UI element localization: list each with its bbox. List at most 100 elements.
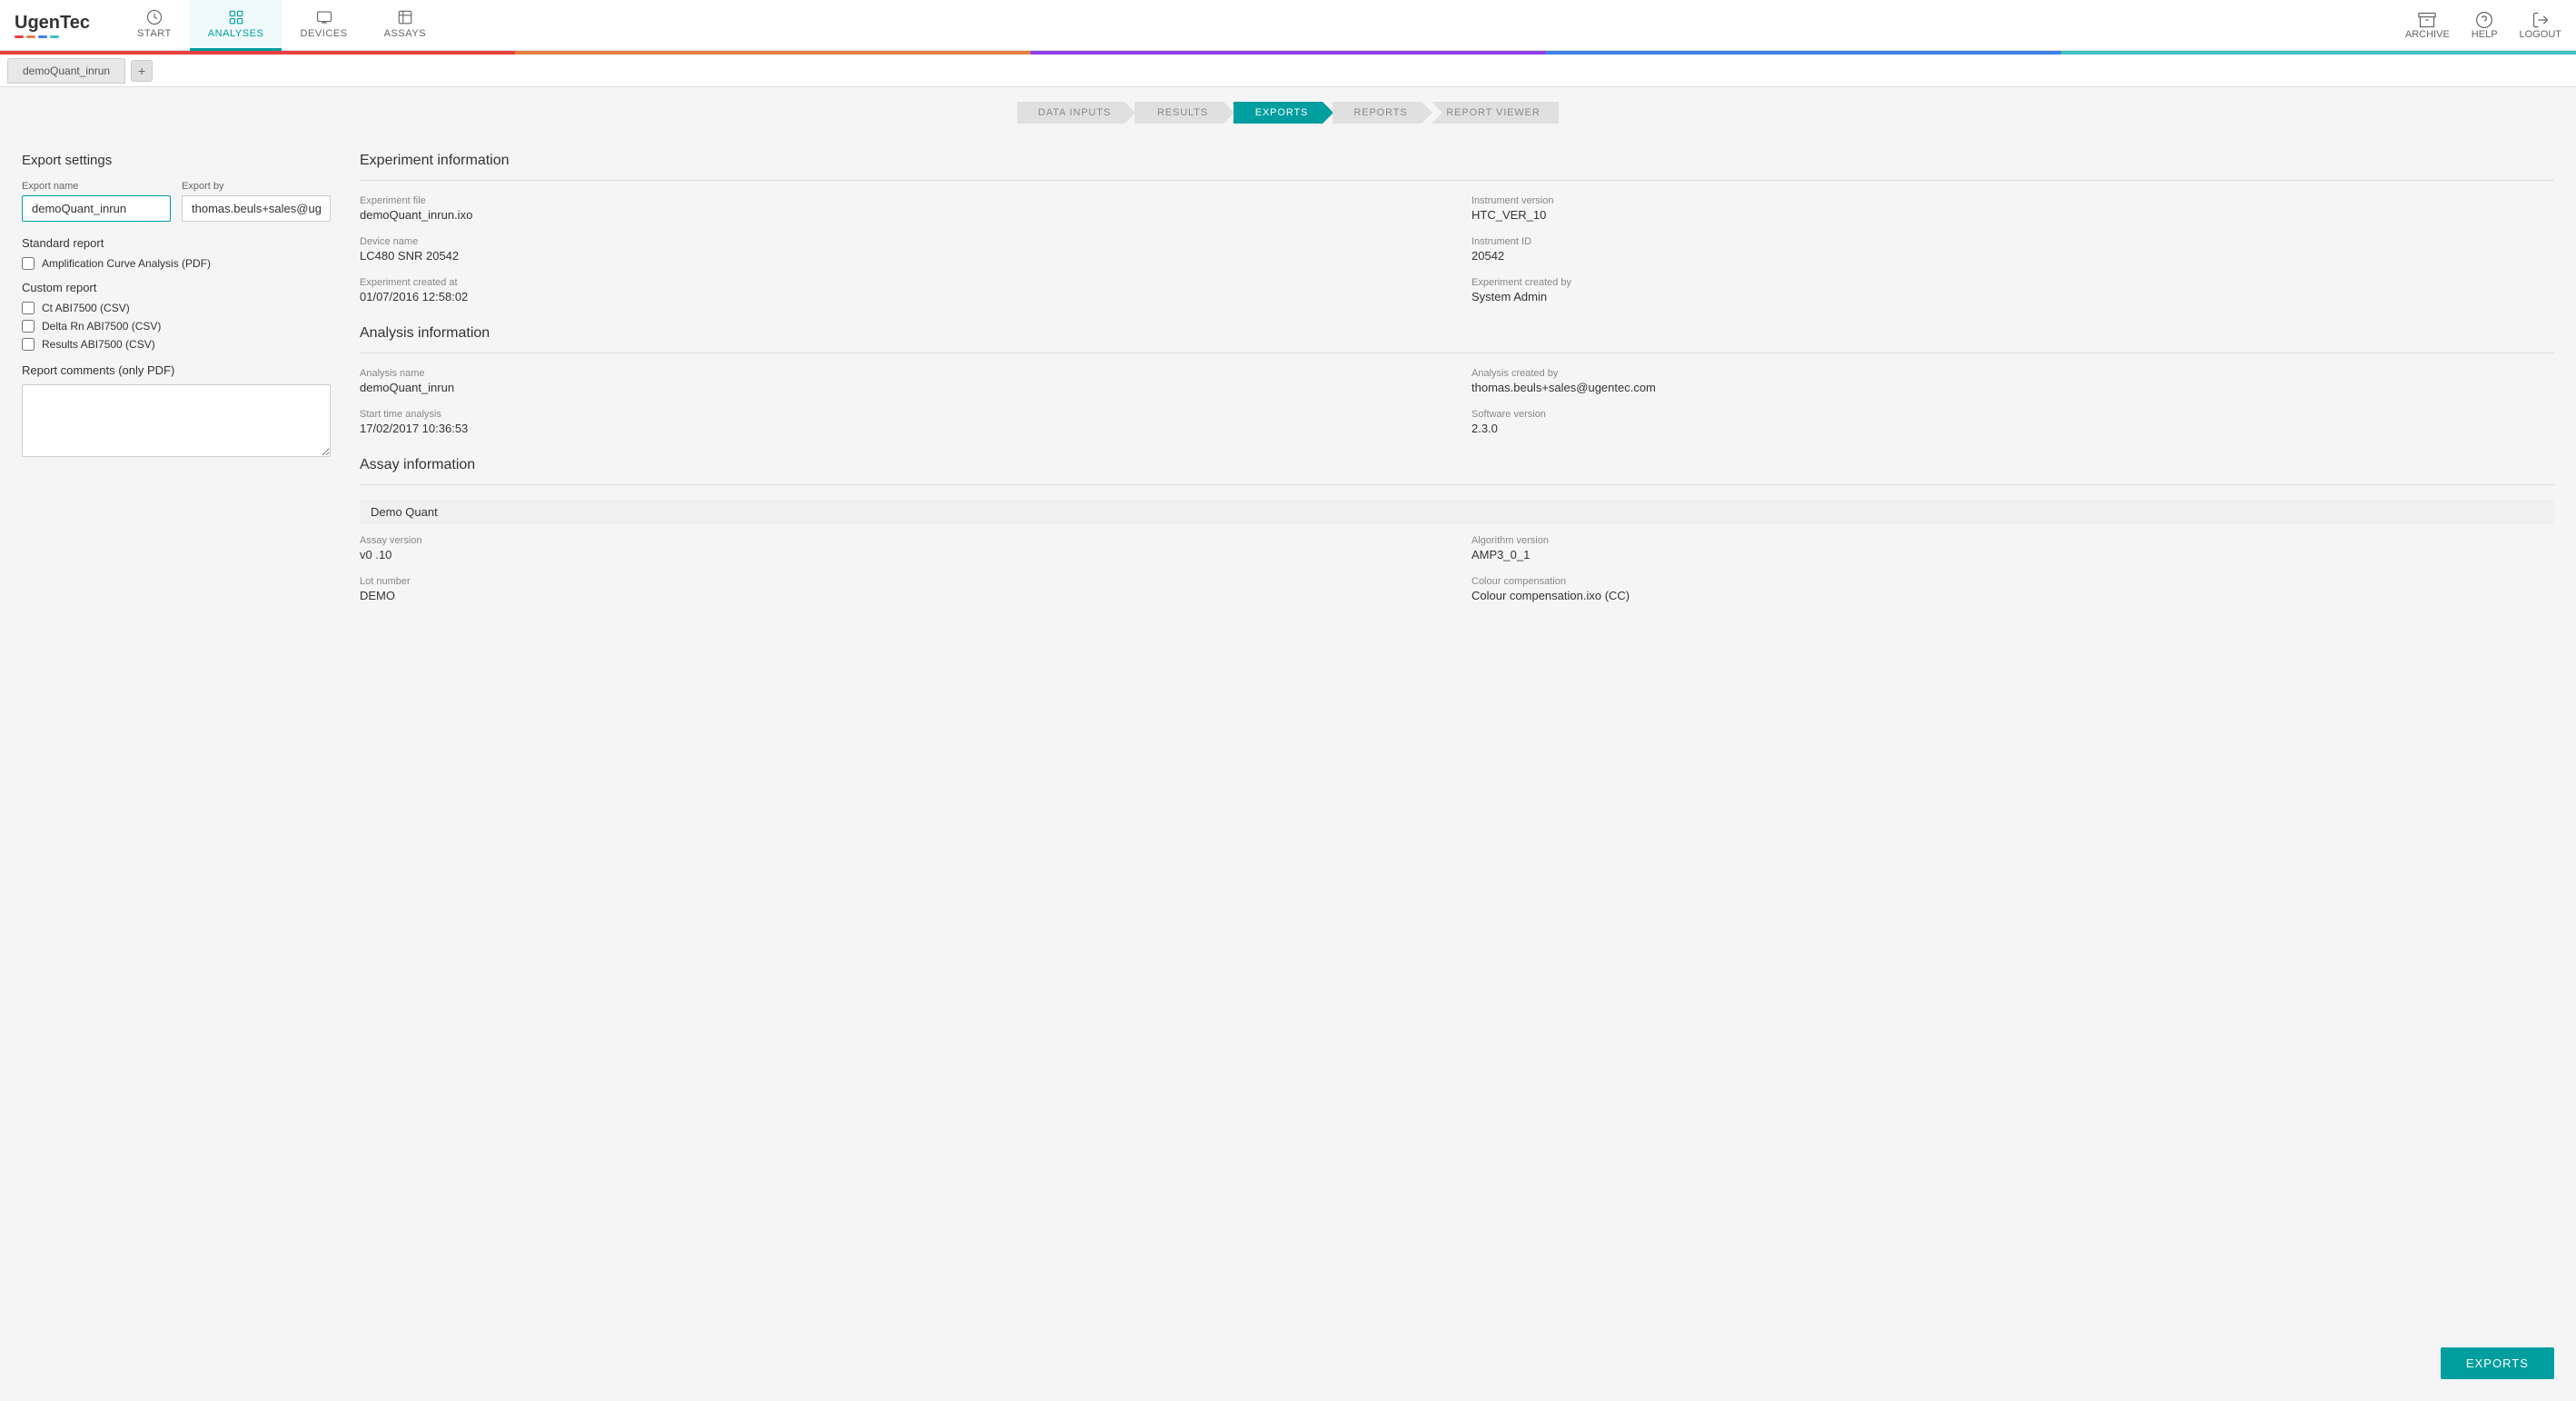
- nav-item-start[interactable]: START: [119, 0, 190, 51]
- logo-dot-orange: [26, 35, 35, 38]
- logo-dots: [15, 35, 90, 38]
- analysis-name-label: Analysis name: [360, 368, 1442, 379]
- nav-item-analyses[interactable]: ANALYSES: [190, 0, 282, 51]
- software-version-group: Software version 2.3.0: [1471, 409, 2554, 435]
- experiment-file-label: Experiment file: [360, 195, 1442, 206]
- main-content: Export settings Export name Export by St…: [0, 134, 2576, 1390]
- analysis-created-by-group: Analysis created by thomas.beuls+sales@u…: [1471, 368, 2554, 394]
- export-by-label: Export by: [182, 181, 331, 192]
- export-name-input[interactable]: [22, 195, 171, 222]
- experiment-created-by-label: Experiment created by: [1471, 277, 2554, 288]
- export-by-input[interactable]: [182, 195, 331, 222]
- logo: UgenTec: [15, 12, 90, 38]
- logo-dot-teal: [50, 35, 59, 38]
- start-time-value: 17/02/2017 10:36:53: [360, 422, 1442, 435]
- assay-info-grid: Assay version v0 .10 Algorithm version A…: [360, 535, 2554, 602]
- checkbox-ct-abi7500: Ct ABI7500 (CSV): [22, 302, 331, 314]
- assay-name-bar: Demo Quant: [360, 500, 2554, 524]
- step-results[interactable]: RESULTS: [1135, 102, 1234, 124]
- checkbox-amplification-curve-label: Amplification Curve Analysis (PDF): [42, 257, 211, 270]
- instrument-version-group: Instrument version HTC_VER_10: [1471, 195, 2554, 222]
- start-time-group: Start time analysis 17/02/2017 10:36:53: [360, 409, 1442, 435]
- export-name-group: Export name: [22, 181, 171, 222]
- nav-item-assays[interactable]: ASSAYS: [366, 0, 445, 51]
- analysis-created-by-value: thomas.beuls+sales@ugentec.com: [1471, 381, 2554, 394]
- step-exports[interactable]: EXPORTS: [1234, 102, 1333, 124]
- experiment-info-grid: Experiment file demoQuant_inrun.ixo Inst…: [360, 195, 2554, 303]
- export-name-label: Export name: [22, 181, 171, 192]
- checkbox-amplification-curve-input[interactable]: [22, 257, 35, 270]
- colour-compensation-value: Colour compensation.ixo (CC): [1471, 589, 2554, 602]
- device-name-label: Device name: [360, 236, 1442, 247]
- instrument-version-label: Instrument version: [1471, 195, 2554, 206]
- custom-report-title: Custom report: [22, 281, 331, 294]
- lot-number-label: Lot number: [360, 576, 1442, 587]
- nav-logout[interactable]: LOGOUT: [2520, 11, 2561, 40]
- checkbox-ct-abi7500-input[interactable]: [22, 302, 35, 314]
- step-report-viewer[interactable]: REPORT VIEWER: [1432, 102, 1559, 124]
- analysis-info-title: Analysis information: [360, 325, 2554, 342]
- right-panel: Experiment information Experiment file d…: [360, 153, 2554, 1372]
- experiment-file-value: demoQuant_inrun.ixo: [360, 208, 1442, 222]
- step-reports[interactable]: REPORTS: [1333, 102, 1432, 124]
- export-settings-title: Export settings: [22, 153, 331, 168]
- checkbox-delta-rn-input[interactable]: [22, 320, 35, 333]
- analysis-name-group: Analysis name demoQuant_inrun: [360, 368, 1442, 394]
- checkbox-results-abi7500-label: Results ABI7500 (CSV): [42, 338, 155, 351]
- experiment-info-title: Experiment information: [360, 153, 2554, 169]
- analysis-info-section: Analysis information Analysis name demoQ…: [360, 325, 2554, 435]
- add-tab-button[interactable]: +: [131, 60, 153, 82]
- instrument-id-value: 20542: [1471, 249, 2554, 263]
- assay-info-title: Assay information: [360, 457, 2554, 473]
- assay-info-section: Assay information Demo Quant Assay versi…: [360, 457, 2554, 602]
- nav-help[interactable]: HELP: [2472, 11, 2498, 40]
- colour-compensation-group: Colour compensation Colour compensation.…: [1471, 576, 2554, 602]
- nav-archive[interactable]: ARCHIVE: [2405, 11, 2450, 40]
- analysis-name-value: demoQuant_inrun: [360, 381, 1442, 394]
- report-comments-textarea[interactable]: [22, 384, 331, 457]
- instrument-id-group: Instrument ID 20542: [1471, 236, 2554, 263]
- top-nav: UgenTec START ANALYSES DEVICES ASSAYS: [0, 0, 2576, 51]
- comments-label: Report comments (only PDF): [22, 363, 331, 377]
- checkbox-delta-rn-label: Delta Rn ABI7500 (CSV): [42, 320, 161, 333]
- experiment-created-at-value: 01/07/2016 12:58:02: [360, 290, 1442, 303]
- software-version-label: Software version: [1471, 409, 2554, 420]
- checkbox-results-abi7500: Results ABI7500 (CSV): [22, 338, 331, 351]
- start-time-label: Start time analysis: [360, 409, 1442, 420]
- algorithm-version-value: AMP3_0_1: [1471, 548, 2554, 561]
- step-data-inputs[interactable]: DATA INPUTS: [1017, 102, 1135, 124]
- tab-demo-quant[interactable]: demoQuant_inrun: [7, 58, 125, 84]
- device-name-group: Device name LC480 SNR 20542: [360, 236, 1442, 263]
- assay-version-value: v0 .10: [360, 548, 1442, 561]
- assay-version-group: Assay version v0 .10: [360, 535, 1442, 561]
- experiment-file-group: Experiment file demoQuant_inrun.ixo: [360, 195, 1442, 222]
- assay-version-label: Assay version: [360, 535, 1442, 546]
- nav-right: ARCHIVE HELP LOGOUT: [2405, 11, 2561, 40]
- algorithm-version-group: Algorithm version AMP3_0_1: [1471, 535, 2554, 561]
- export-button-container: EXPORTS: [2441, 1347, 2554, 1379]
- experiment-info-section: Experiment information Experiment file d…: [360, 153, 2554, 303]
- nav-items: START ANALYSES DEVICES ASSAYS: [119, 0, 2405, 51]
- instrument-version-value: HTC_VER_10: [1471, 208, 2554, 222]
- workflow-bar: DATA INPUTS RESULTS EXPORTS REPORTS REPO…: [0, 87, 2576, 134]
- checkbox-amplification-curve: Amplification Curve Analysis (PDF): [22, 257, 331, 270]
- checkbox-results-abi7500-input[interactable]: [22, 338, 35, 351]
- experiment-created-at-label: Experiment created at: [360, 277, 1442, 288]
- experiment-created-by-group: Experiment created by System Admin: [1471, 277, 2554, 303]
- experiment-created-at-group: Experiment created at 01/07/2016 12:58:0…: [360, 277, 1442, 303]
- logo-dot-red: [15, 35, 24, 38]
- checkbox-delta-rn: Delta Rn ABI7500 (CSV): [22, 320, 331, 333]
- nav-item-devices[interactable]: DEVICES: [282, 0, 365, 51]
- tab-bar: demoQuant_inrun +: [0, 55, 2576, 87]
- device-name-value: LC480 SNR 20542: [360, 249, 1442, 263]
- exports-button[interactable]: EXPORTS: [2441, 1347, 2554, 1379]
- export-by-group: Export by: [182, 181, 331, 222]
- instrument-id-label: Instrument ID: [1471, 236, 2554, 247]
- checkbox-ct-abi7500-label: Ct ABI7500 (CSV): [42, 302, 130, 314]
- analysis-info-grid: Analysis name demoQuant_inrun Analysis c…: [360, 368, 2554, 435]
- lot-number-group: Lot number DEMO: [360, 576, 1442, 602]
- software-version-value: 2.3.0: [1471, 422, 2554, 435]
- logo-dot-blue: [38, 35, 47, 38]
- experiment-created-by-value: System Admin: [1471, 290, 2554, 303]
- standard-report-title: Standard report: [22, 236, 331, 250]
